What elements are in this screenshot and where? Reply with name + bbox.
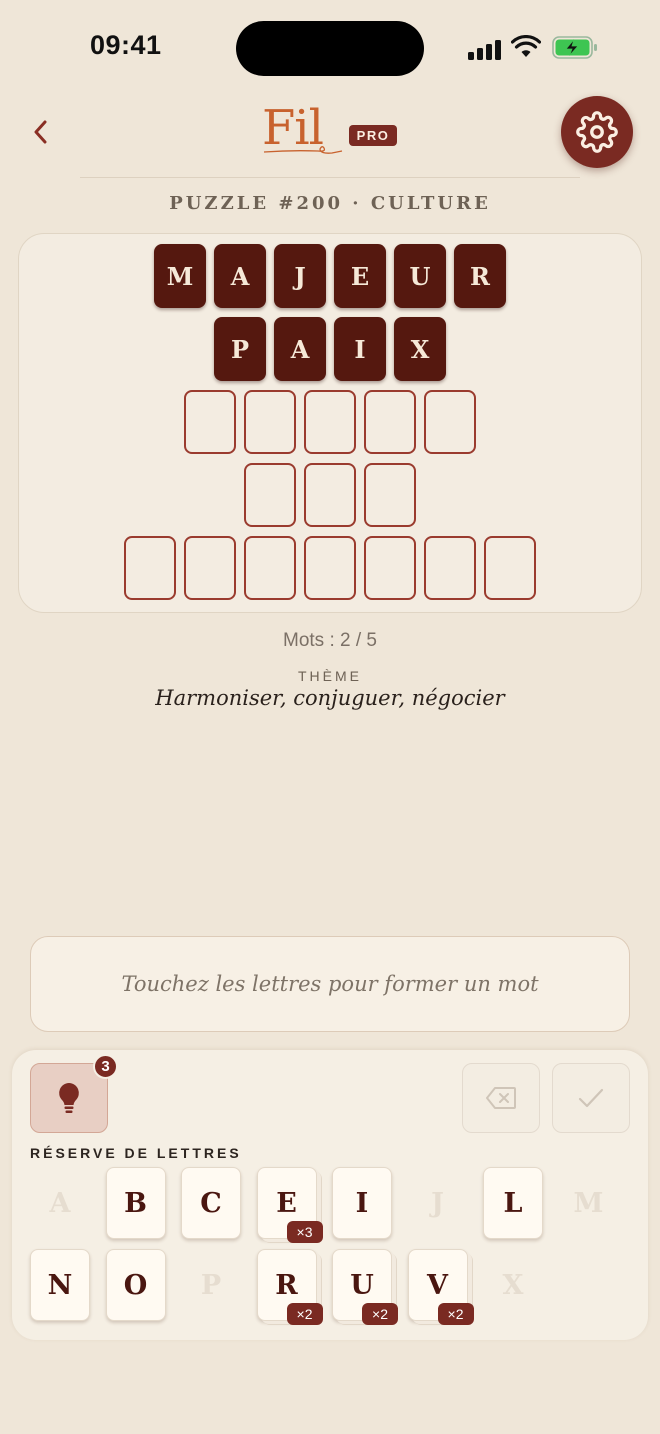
words-progress: Mots : 2 / 5: [283, 630, 377, 651]
empty-letter-slot: [124, 536, 176, 600]
submit-button[interactable]: [552, 1063, 630, 1133]
letter-key: A: [49, 1187, 71, 1219]
letter-key[interactable]: L: [483, 1167, 543, 1239]
letter-tile: I: [334, 317, 386, 381]
letter-count-badge: ×2: [362, 1303, 398, 1325]
status-bar: 09:41: [0, 0, 660, 96]
puzzle-label: PUZZLE #200 · CULTURE: [169, 193, 491, 214]
empty-letter-slot: [364, 463, 416, 527]
theme-text: Harmoniser, conjuguer, négocier: [155, 686, 505, 710]
battery-charging-icon: [552, 36, 597, 59]
back-button[interactable]: [22, 112, 58, 152]
wifi-icon: [511, 35, 541, 57]
empty-letter-slot: [244, 463, 296, 527]
reserve-label: RÉSERVE DE LETTRES: [30, 1145, 242, 1161]
empty-letter-slot: [424, 390, 476, 454]
empty-letter-slot: [304, 390, 356, 454]
letter-tile: M: [154, 244, 206, 308]
letter-key: M: [573, 1187, 604, 1219]
letter-key[interactable]: C: [181, 1167, 241, 1239]
letter-key: P: [200, 1269, 222, 1301]
logo-underline-icon: [263, 146, 343, 154]
letter-tile: R: [454, 244, 506, 308]
letter-count-badge: ×2: [286, 1303, 323, 1325]
app-logo: Fil: [262, 100, 352, 164]
empty-letter-slot: [184, 536, 236, 600]
status-time: 09:41: [90, 30, 162, 60]
empty-letter-slot: [364, 390, 416, 454]
letter-key[interactable]: B: [105, 1167, 166, 1239]
dynamic-island: [236, 21, 424, 76]
letter-count-badge: ×2: [437, 1303, 474, 1325]
theme-label: THÈME: [298, 668, 362, 684]
empty-letter-slot: [304, 536, 356, 600]
chevron-left-icon: [34, 120, 47, 144]
hint-count-badge: 3: [93, 1054, 118, 1079]
header-divider: [80, 177, 580, 178]
letter-tile: A: [214, 244, 266, 308]
letter-key: J: [431, 1187, 444, 1219]
empty-letter-slot: [424, 536, 476, 600]
empty-letter-slot: [244, 536, 296, 600]
gear-icon: [576, 111, 618, 153]
empty-letter-slot: [484, 536, 536, 600]
word-input[interactable]: Touchez les lettres pour former un mot: [30, 936, 630, 1032]
letter-tile: J: [274, 244, 326, 308]
letter-tile: P: [214, 317, 266, 381]
letter-key[interactable]: O: [105, 1249, 166, 1321]
letter-tile: X: [394, 317, 446, 381]
empty-letter-slot: [364, 536, 416, 600]
letter-tile: U: [394, 244, 446, 308]
settings-button[interactable]: [561, 96, 633, 168]
letter-tile: A: [274, 317, 326, 381]
backspace-icon: [486, 1087, 516, 1109]
empty-letter-slot: [184, 390, 236, 454]
letter-count-badge: ×3: [286, 1221, 323, 1243]
delete-button[interactable]: [462, 1063, 540, 1133]
puzzle-board: MAJEURPAIX: [18, 233, 642, 613]
letter-tile: E: [334, 244, 386, 308]
checkmark-icon: [578, 1088, 604, 1108]
empty-letter-slot: [304, 463, 356, 527]
cellular-signal-icon: [468, 38, 504, 60]
lightbulb-icon: [59, 1083, 79, 1113]
empty-letter-slot: [244, 390, 296, 454]
letter-key[interactable]: N: [30, 1249, 90, 1321]
pro-badge: PRO: [349, 125, 397, 146]
letter-key[interactable]: I: [332, 1167, 392, 1239]
word-input-placeholder: Touchez les lettres pour former un mot: [121, 972, 539, 996]
letter-key: X: [502, 1269, 524, 1301]
